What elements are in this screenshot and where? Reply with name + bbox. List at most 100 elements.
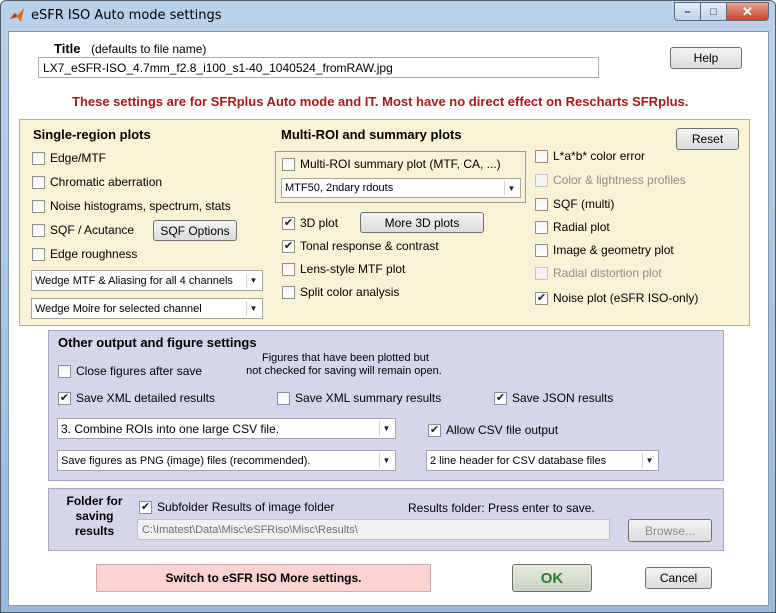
close-figures-checkbox[interactable]: Close figures after save xyxy=(58,364,202,378)
checkbox-box xyxy=(32,223,45,237)
checkbox-label: Image & geometry plot xyxy=(553,243,674,257)
select-value: Save figures as PNG (image) files (recom… xyxy=(61,454,311,467)
save-xml-detailed-checkbox[interactable]: ✔ Save XML detailed results xyxy=(58,391,215,405)
save-figures-select[interactable]: Save figures as PNG (image) files (recom… xyxy=(57,450,396,471)
checkbox-label: Radial distortion plot xyxy=(553,266,662,280)
dropdown-arrow-icon: ▼ xyxy=(642,453,656,468)
radial-plot-checkbox[interactable]: Radial plot xyxy=(535,220,610,234)
results-folder-path[interactable]: C:\Imatest\Data\Misc\eSFRiso\Misc\Result… xyxy=(137,519,610,540)
checkbox-box xyxy=(32,151,45,165)
checkbox-label: Lens-style MTF plot xyxy=(300,262,406,276)
save-json-checkbox[interactable]: ✔ Save JSON results xyxy=(494,391,613,405)
checkbox-label: Noise histograms, spectrum, stats xyxy=(50,199,231,213)
minimize-icon: – xyxy=(684,5,691,18)
dropdown-arrow-icon: ▼ xyxy=(246,273,260,288)
checkbox-box xyxy=(535,197,548,211)
dropdown-arrow-icon: ▼ xyxy=(379,453,393,468)
other-output-panel: Other output and figure settings Close f… xyxy=(48,330,724,481)
checkbox-label: Subfolder Results of image folder xyxy=(157,500,335,514)
checkbox-label: Radial plot xyxy=(553,220,610,234)
tonal-response-checkbox[interactable]: ✔ Tonal response & contrast xyxy=(282,239,439,253)
ok-button[interactable]: OK xyxy=(512,564,592,592)
window-title: eSFR ISO Auto mode settings xyxy=(31,8,222,23)
figures-note-line1: Figures that have been plotted but xyxy=(262,352,429,364)
checkbox-label: Tonal response & contrast xyxy=(300,239,439,253)
3d-plot-checkbox[interactable]: ✔ 3D plot xyxy=(282,216,338,230)
folder-label-line1: Folder for xyxy=(66,494,123,508)
title-bar[interactable]: eSFR ISO Auto mode settings – □ ✕ xyxy=(1,1,775,31)
split-color-checkbox[interactable]: Split color analysis xyxy=(282,285,399,299)
results-folder-hint: Results folder: Press enter to save. xyxy=(408,501,595,515)
checkbox-label: Edge/MTF xyxy=(50,151,107,165)
checkbox-label: L*a*b* color error xyxy=(553,149,646,163)
select-value: 3. Combine ROIs into one large CSV file. xyxy=(61,421,280,436)
edge-mtf-checkbox[interactable]: Edge/MTF xyxy=(32,151,106,165)
checkbox-box xyxy=(535,243,548,257)
sqf-multi-checkbox[interactable]: SQF (multi) xyxy=(535,197,614,211)
lens-style-mtf-checkbox[interactable]: Lens-style MTF plot xyxy=(282,262,405,276)
minimize-button[interactable]: – xyxy=(674,2,700,21)
checkbox-box xyxy=(535,149,548,163)
reset-button[interactable]: Reset xyxy=(676,128,739,150)
cancel-button[interactable]: Cancel xyxy=(645,567,712,589)
checkbox-box: ✔ xyxy=(139,500,152,514)
checkbox-box xyxy=(32,199,45,213)
checkbox-box xyxy=(282,285,295,299)
checkbox-box: ✔ xyxy=(282,216,295,230)
wedge-moire-select[interactable]: Wedge Moire for selected channel ▼ xyxy=(31,298,263,319)
title-hint: (defaults to file name) xyxy=(91,42,207,56)
checkbox-label: Noise plot (eSFR ISO-only) xyxy=(553,291,699,305)
select-value: Wedge Moire for selected channel xyxy=(35,302,202,315)
checkbox-box: ✔ xyxy=(428,423,441,437)
checkbox-label: 3D plot xyxy=(300,216,339,230)
edge-roughness-checkbox[interactable]: Edge roughness xyxy=(32,247,137,261)
notice-text: These settings are for SFRplus Auto mode… xyxy=(72,94,689,109)
folder-label-line3: results xyxy=(74,524,115,538)
dropdown-arrow-icon: ▼ xyxy=(379,421,393,436)
lab-color-error-checkbox[interactable]: L*a*b* color error xyxy=(535,149,645,163)
browse-button[interactable]: Browse... xyxy=(628,519,712,542)
noise-histograms-checkbox[interactable]: Noise histograms, spectrum, stats xyxy=(32,199,231,213)
help-button[interactable]: Help xyxy=(670,47,742,69)
checkbox-label: Save XML detailed results xyxy=(76,391,215,405)
checkbox-label: SQF / Acutance xyxy=(50,223,135,237)
chromatic-aberration-checkbox[interactable]: Chromatic aberration xyxy=(32,175,162,189)
more-3d-plots-button[interactable]: More 3D plots xyxy=(360,212,484,233)
checkbox-box: ✔ xyxy=(535,291,548,305)
sqf-acutance-checkbox[interactable]: SQF / Acutance xyxy=(32,223,134,237)
maximize-button[interactable]: □ xyxy=(700,2,726,21)
switch-more-settings-button[interactable]: Switch to eSFR ISO More settings. xyxy=(96,564,431,592)
checkbox-label: Allow CSV file output xyxy=(446,423,559,437)
checkbox-label: Save JSON results xyxy=(512,391,614,405)
multi-roi-summary-checkbox[interactable]: Multi-ROI summary plot (MTF, CA, ...) xyxy=(282,157,501,171)
folder-panel: Folder for saving results ✔ Subfolder Re… xyxy=(48,488,724,551)
subfolder-checkbox[interactable]: ✔ Subfolder Results of image folder xyxy=(139,500,334,514)
folder-label-line2: saving xyxy=(75,509,114,523)
color-lightness-profiles-checkbox[interactable]: Color & lightness profiles xyxy=(535,173,686,187)
checkbox-label: Multi-ROI summary plot (MTF, CA, ...) xyxy=(300,157,501,171)
plots-panel: Single-region plots Edge/MTF Chromatic a… xyxy=(19,119,750,326)
checkbox-label: Chromatic aberration xyxy=(50,175,163,189)
allow-csv-checkbox[interactable]: ✔ Allow CSV file output xyxy=(428,423,558,437)
maximize-icon: □ xyxy=(710,5,717,18)
sqf-options-button[interactable]: SQF Options xyxy=(153,220,237,241)
dialog-client-area: Title (defaults to file name) LX7_eSFR-I… xyxy=(8,31,769,606)
image-geometry-plot-checkbox[interactable]: Image & geometry plot xyxy=(535,243,674,257)
dropdown-arrow-icon: ▼ xyxy=(504,181,518,195)
dropdown-arrow-icon: ▼ xyxy=(246,301,260,316)
figures-note-line2: not checked for saving will remain open. xyxy=(246,365,442,377)
checkbox-label: SQF (multi) xyxy=(553,197,615,211)
summary-plot-select[interactable]: MTF50, 2ndary rdouts ▼ xyxy=(281,178,521,198)
save-xml-summary-checkbox[interactable]: Save XML summary results xyxy=(277,391,441,405)
close-button[interactable]: ✕ xyxy=(726,2,769,21)
csv-combine-select[interactable]: 3. Combine ROIs into one large CSV file.… xyxy=(57,418,396,439)
csv-header-select[interactable]: 2 line header for CSV database files ▼ xyxy=(426,450,659,471)
noise-plot-checkbox[interactable]: ✔ Noise plot (eSFR ISO-only) xyxy=(535,291,698,305)
checkbox-box xyxy=(535,220,548,234)
other-output-heading: Other output and figure settings xyxy=(58,335,257,350)
radial-distortion-plot-checkbox[interactable]: Radial distortion plot xyxy=(535,266,662,280)
wedge-mtf-select[interactable]: Wedge MTF & Aliasing for all 4 channels … xyxy=(31,270,263,291)
checkbox-box: ✔ xyxy=(282,239,295,253)
title-label: Title xyxy=(54,41,81,56)
title-input[interactable]: LX7_eSFR-ISO_4.7mm_f2.8_i100_s1-40_10405… xyxy=(38,57,599,78)
